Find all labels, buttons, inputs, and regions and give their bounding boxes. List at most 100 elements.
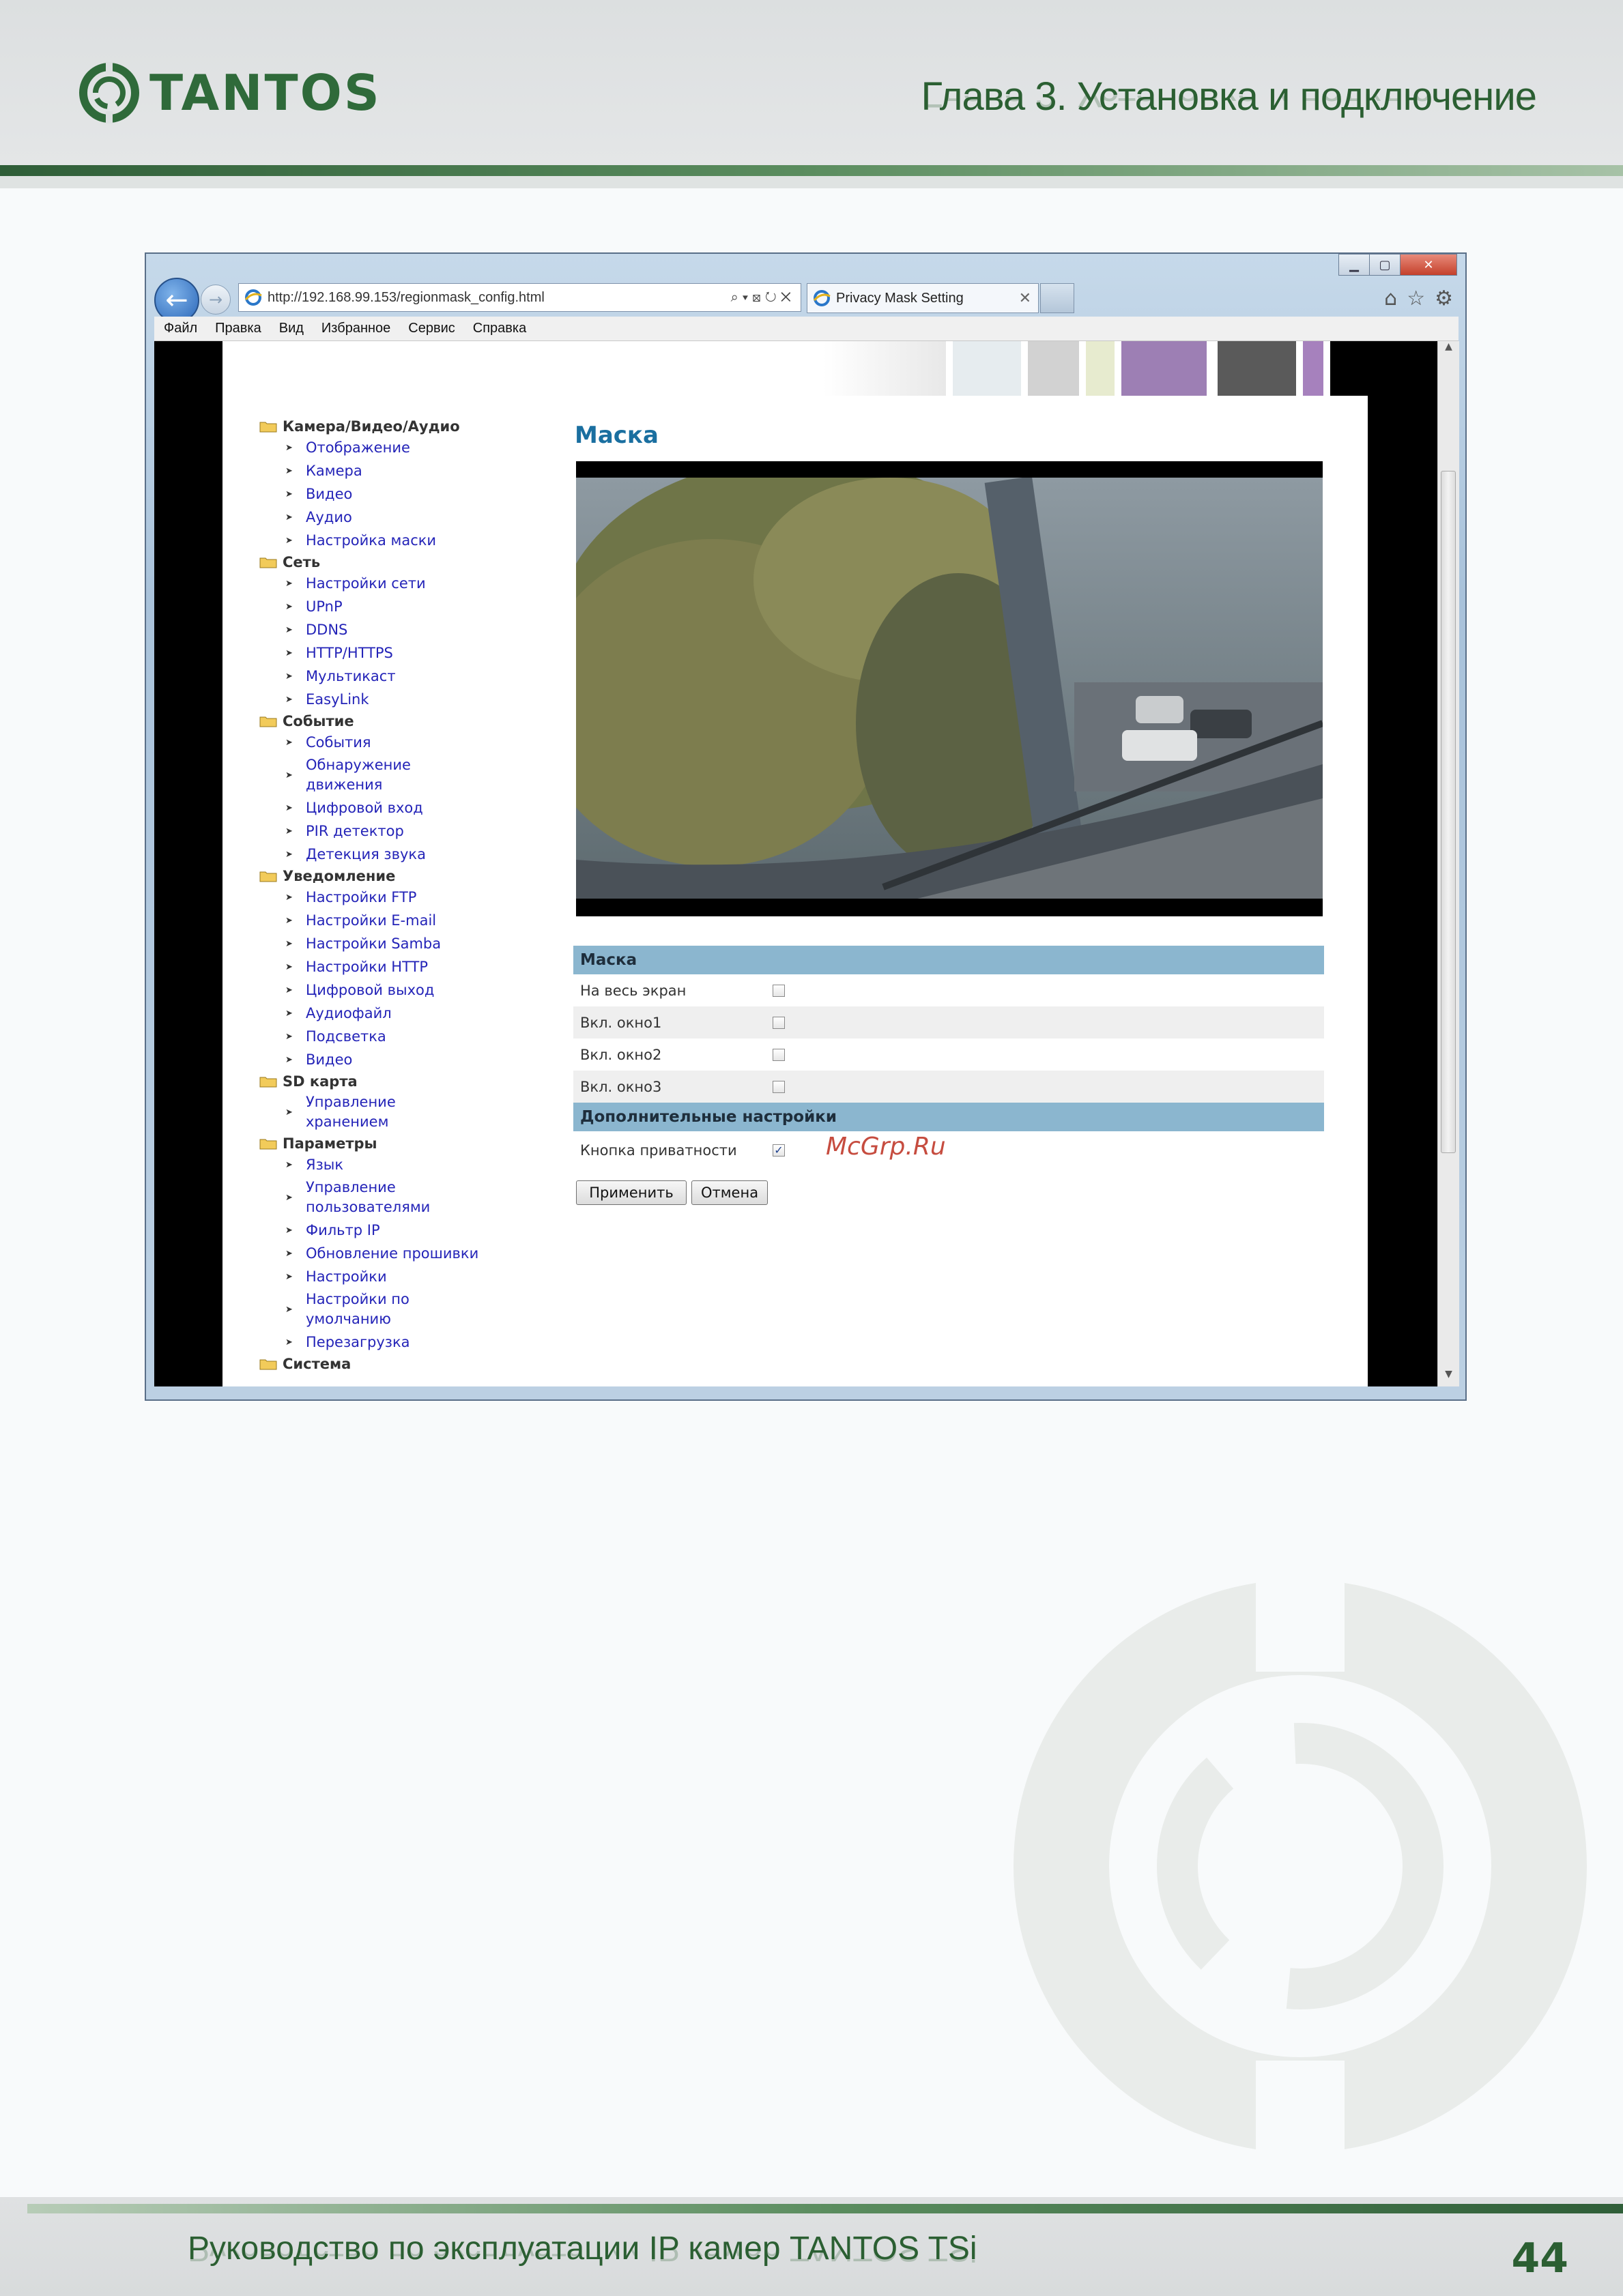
forward-arrow-icon[interactable]: → — [201, 285, 231, 315]
sidebar-item-events[interactable]: ➤ События — [259, 731, 546, 754]
sidebar-category-network[interactable]: Сеть — [259, 552, 546, 572]
menu-view[interactable]: Вид — [279, 321, 304, 336]
favorites-star-icon[interactable]: ☆ — [1407, 287, 1425, 310]
window3-checkbox[interactable] — [773, 1080, 785, 1093]
bullet-arrow-icon: ➤ — [285, 648, 293, 658]
sidebar-item-digital-input[interactable]: ➤ Цифровой вход — [259, 796, 546, 819]
sidebar-category-notification[interactable]: Уведомление — [259, 866, 546, 886]
footer-divider — [27, 2204, 1623, 2213]
bullet-arrow-icon: ➤ — [285, 1031, 293, 1042]
cancel-button[interactable]: Отмена — [691, 1180, 768, 1205]
chapter-title-reflection: Глава 3. Установка и подключение — [921, 94, 1536, 116]
sidebar-category-label: Параметры — [283, 1135, 377, 1152]
menu-favorites[interactable]: Избранное — [321, 321, 390, 336]
sidebar-item-pir[interactable]: ➤ PIR детектор — [259, 819, 546, 843]
sidebar-item-samba[interactable]: ➤ Настройки Samba — [259, 932, 546, 955]
sidebar-category-system[interactable]: Система — [259, 1354, 546, 1374]
bullet-arrow-icon: ➤ — [285, 1304, 293, 1315]
row-label: На весь экран — [580, 982, 687, 999]
sidebar-item-users[interactable]: ➤ Управление пользователями — [259, 1176, 546, 1219]
bullet-arrow-icon: ➤ — [285, 1192, 293, 1203]
maximize-icon[interactable]: ▢ — [1369, 254, 1401, 276]
bullet-arrow-icon: ➤ — [285, 465, 293, 476]
bullet-arrow-icon: ➤ — [285, 1107, 293, 1118]
sidebar-item-digital-output[interactable]: ➤ Цифровой выход — [259, 978, 546, 1002]
sidebar-item-ip-filter[interactable]: ➤ Фильтр IP — [259, 1219, 546, 1242]
sidebar-category-parameters[interactable]: Параметры — [259, 1133, 546, 1153]
menu-file[interactable]: Файл — [164, 321, 197, 336]
address-tools-icon[interactable]: ⌕▾⊠↻✕ — [731, 290, 795, 306]
bullet-arrow-icon: ➤ — [285, 961, 293, 972]
fullscreen-checkbox[interactable] — [773, 984, 785, 997]
sidebar-item-easylink[interactable]: ➤ EasyLink — [259, 688, 546, 711]
bullet-arrow-icon: ➤ — [285, 535, 293, 546]
sidebar-item-display[interactable]: ➤ Отображение — [259, 436, 546, 459]
sidebar-item-backlight[interactable]: ➤ Подсветка — [259, 1025, 546, 1048]
sidebar-item-video[interactable]: ➤ Видео — [259, 482, 546, 506]
tab-title: Privacy Mask Setting — [836, 290, 964, 306]
mask-row-window3: Вкл. окно3 — [573, 1071, 1324, 1103]
apply-button[interactable]: Применить — [576, 1180, 687, 1205]
privacy-checkbox[interactable]: ✓ — [773, 1144, 785, 1157]
menu-help[interactable]: Справка — [473, 321, 526, 336]
sidebar-category-sd-card[interactable]: SD карта — [259, 1071, 546, 1091]
folder-icon — [259, 716, 277, 727]
sidebar-item-sound-detection[interactable]: ➤ Детекция звука — [259, 843, 546, 866]
sidebar-category-label: Уведомление — [283, 867, 396, 884]
sidebar-item-language[interactable]: ➤ Язык — [259, 1153, 546, 1176]
sidebar-category-camera[interactable]: Камера/Видео/Аудио — [259, 416, 546, 436]
vertical-scrollbar[interactable]: ▲ ▼ — [1437, 341, 1459, 1386]
new-tab-button[interactable] — [1040, 283, 1074, 313]
scroll-up-icon[interactable]: ▲ — [1438, 341, 1459, 359]
browser-toolbar-icons: ⌂ ☆ ⚙ — [1384, 287, 1453, 310]
logo-text: TANTOS — [149, 64, 382, 121]
tab-close-icon[interactable]: ✕ — [1019, 289, 1031, 307]
minimize-icon[interactable]: ▁ — [1338, 254, 1370, 276]
scroll-down-icon[interactable]: ▼ — [1438, 1369, 1459, 1386]
sidebar-item-ftp[interactable]: ➤ Настройки FTP — [259, 886, 546, 909]
sidebar-item-http[interactable]: ➤ Настройки HTTP — [259, 955, 546, 978]
bullet-arrow-icon: ➤ — [285, 671, 293, 682]
sidebar-item-email[interactable]: ➤ Настройки E-mail — [259, 909, 546, 932]
page-banner — [823, 341, 1368, 396]
bullet-arrow-icon: ➤ — [285, 826, 293, 837]
bullet-arrow-icon: ➤ — [285, 1054, 293, 1065]
window1-checkbox[interactable] — [773, 1016, 785, 1029]
home-icon[interactable]: ⌂ — [1384, 287, 1397, 310]
menu-edit[interactable]: Правка — [215, 321, 261, 336]
mask-row-window1: Вкл. окно1 — [573, 1006, 1324, 1038]
close-icon[interactable]: ✕ — [1400, 254, 1457, 276]
sidebar-item-audio-file[interactable]: ➤ Аудиофайл — [259, 1002, 546, 1025]
sidebar-item-network-settings[interactable]: ➤ Настройки сети — [259, 572, 546, 595]
document-footer: Руководство по эксплуатации IP камер TAN… — [0, 2197, 1623, 2296]
menu-tools[interactable]: Сервис — [408, 321, 455, 336]
scroll-thumb[interactable] — [1441, 471, 1456, 1153]
sidebar-item-firmware[interactable]: ➤ Обновление прошивки — [259, 1242, 546, 1265]
sidebar-item-defaults[interactable]: ➤ Настройки по умолчанию — [259, 1288, 546, 1331]
sidebar-item-settings[interactable]: ➤ Настройки — [259, 1265, 546, 1288]
sidebar-item-mask[interactable]: ➤ Настройка маски — [259, 529, 546, 552]
document-header: TANTOS Глава 3. Установка и подключение … — [0, 0, 1623, 188]
sidebar-category-event[interactable]: Событие — [259, 711, 546, 731]
sidebar-item-storage[interactable]: ➤ Управление хранением — [259, 1091, 546, 1133]
sidebar-item-ddns[interactable]: ➤ DDNS — [259, 618, 546, 641]
sidebar-item-http-https[interactable]: ➤ HTTP/HTTPS — [259, 641, 546, 665]
bullet-arrow-icon: ➤ — [285, 1225, 293, 1236]
browser-tab[interactable]: Privacy Mask Setting ✕ — [807, 283, 1039, 313]
gear-icon[interactable]: ⚙ — [1435, 287, 1453, 310]
window2-checkbox[interactable] — [773, 1048, 785, 1061]
address-bar[interactable]: http://192.168.99.153/regionmask_config.… — [238, 283, 801, 312]
bullet-arrow-icon: ➤ — [285, 802, 293, 813]
sidebar-item-camera[interactable]: ➤ Камера — [259, 459, 546, 482]
row-label: Кнопка приватности — [580, 1142, 737, 1159]
camera-video-preview[interactable] — [576, 461, 1323, 916]
sidebar-item-upnp[interactable]: ➤ UPnP — [259, 595, 546, 618]
sidebar-item-audio[interactable]: ➤ Аудио — [259, 506, 546, 529]
sidebar-category-label: Система — [283, 1355, 351, 1372]
sidebar-item-reboot[interactable]: ➤ Перезагрузка — [259, 1331, 546, 1354]
sidebar-item-motion-detection[interactable]: ➤ Обнаружение движения — [259, 754, 546, 796]
row-label: Вкл. окно1 — [580, 1014, 662, 1031]
sidebar-item-multicast[interactable]: ➤ Мультикаст — [259, 665, 546, 688]
folder-icon — [259, 422, 277, 432]
sidebar-item-notify-video[interactable]: ➤ Видео — [259, 1048, 546, 1071]
